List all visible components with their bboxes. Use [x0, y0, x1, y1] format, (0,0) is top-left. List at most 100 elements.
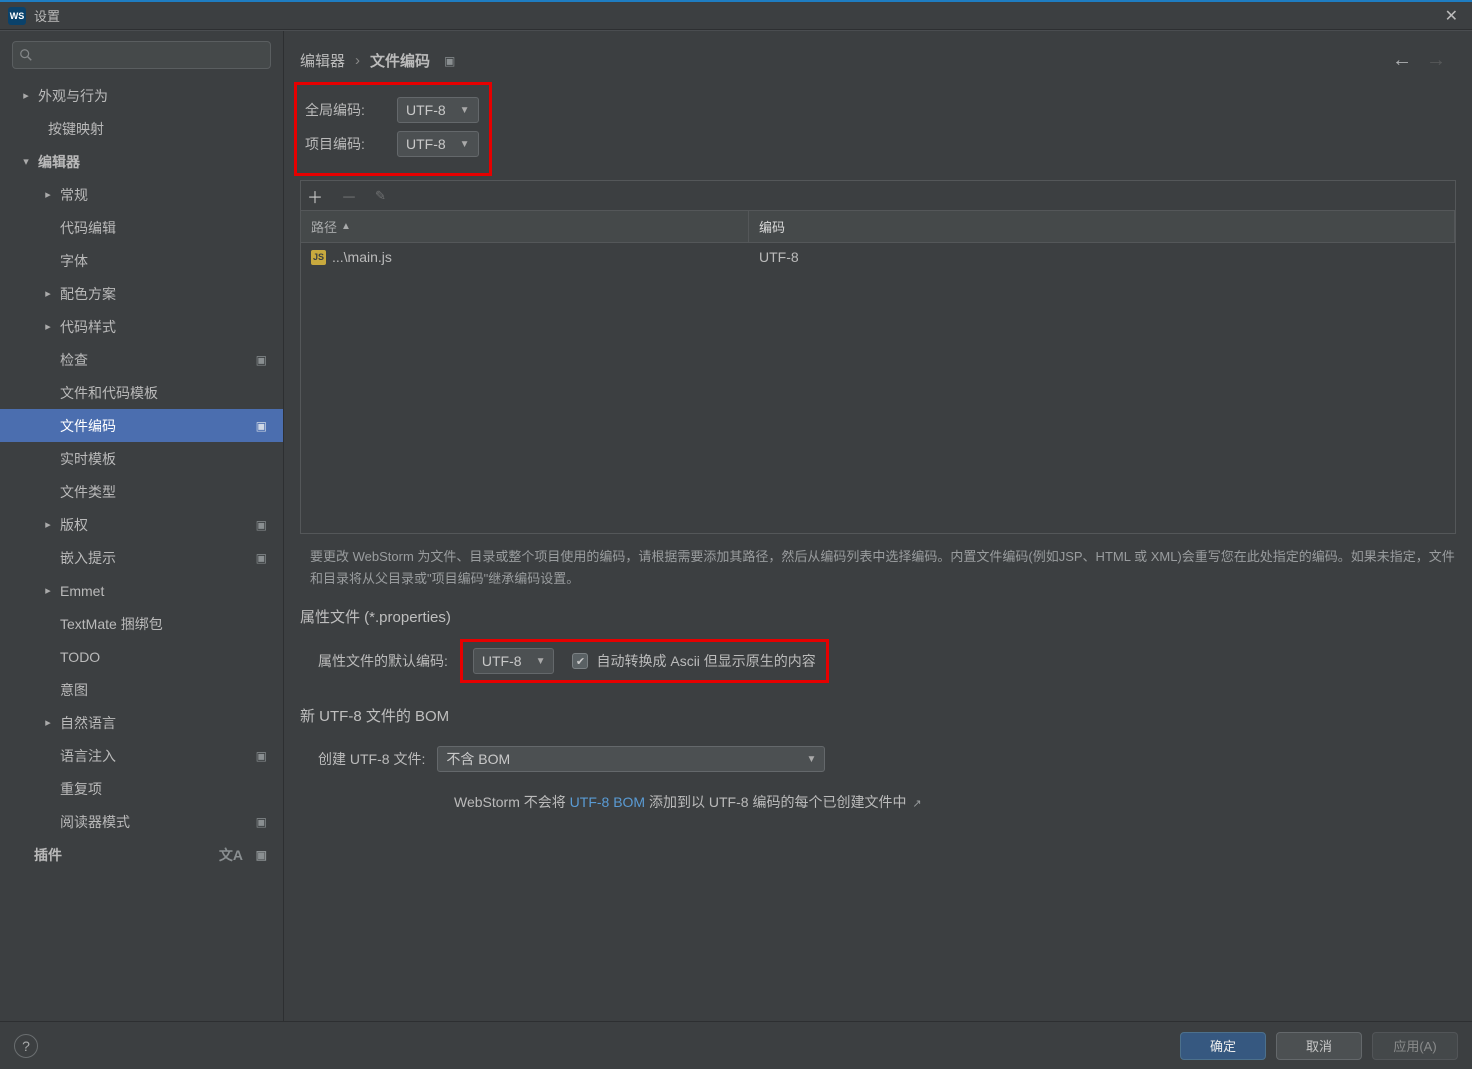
checkbox-checked-icon: ✔	[572, 653, 588, 669]
tree-keymap[interactable]: 按键映射	[0, 112, 283, 145]
table-row[interactable]: JS ...\main.js UTF-8	[301, 243, 1455, 271]
nav-back-icon[interactable]: ←	[1392, 49, 1412, 72]
cell-path: JS ...\main.js	[301, 249, 749, 265]
tree-natural-lang[interactable]: ▸自然语言	[0, 706, 283, 739]
tree-label: 重复项	[60, 779, 102, 799]
tree-emmet[interactable]: ▸Emmet	[0, 574, 283, 607]
chevron-right-icon: ▸	[40, 320, 56, 333]
tree-general[interactable]: ▸常规	[0, 178, 283, 211]
tree-label: 语言注入	[60, 746, 116, 766]
nav-arrows: ← →	[1392, 49, 1456, 72]
breadcrumb-parent[interactable]: 编辑器	[300, 50, 345, 71]
tree-label: 文件编码	[60, 416, 116, 436]
ascii-convert-checkbox[interactable]: ✔ 自动转换成 Ascii 但显示原生的内容	[572, 651, 815, 671]
tree-label: TextMate 捆绑包	[60, 614, 163, 634]
tree-lang-inject[interactable]: 语言注入 ▣	[0, 739, 283, 772]
bom-note: WebStorm 不会将 UTF-8 BOM 添加到以 UTF-8 编码的每个已…	[454, 794, 922, 810]
breadcrumb-current: 文件编码	[370, 50, 430, 71]
tree-label: TODO	[60, 649, 100, 665]
search-input[interactable]	[12, 41, 271, 69]
help-text: 要更改 WebStorm 为文件、目录或整个项目使用的编码，请根据需要添加其路径…	[284, 534, 1472, 590]
tree-color-scheme[interactable]: ▸配色方案	[0, 277, 283, 310]
tree-code-editing[interactable]: 代码编辑	[0, 211, 283, 244]
tree-intentions[interactable]: 意图	[0, 673, 283, 706]
project-encoding-label: 项目编码:	[305, 134, 385, 154]
project-badge-icon: ▣	[256, 848, 267, 862]
tree-inspections[interactable]: 检查▣	[0, 343, 283, 376]
tree-textmate[interactable]: TextMate 捆绑包	[0, 607, 283, 640]
note-prefix: WebStorm 不会将	[454, 794, 570, 810]
external-link-icon: ↗	[912, 798, 921, 810]
tree-label: 文件和代码模板	[60, 383, 158, 403]
tree-file-types[interactable]: 文件类型	[0, 475, 283, 508]
tree-label: 阅读器模式	[60, 812, 130, 832]
dialog-footer: ? 确定 取消 应用(A)	[0, 1021, 1472, 1069]
properties-default-label: 属性文件的默认编码:	[318, 651, 448, 671]
close-icon[interactable]: ✕	[1439, 6, 1464, 26]
nav-forward-icon[interactable]: →	[1426, 49, 1446, 72]
project-badge-icon: ▣	[256, 815, 267, 829]
tree-code-style[interactable]: ▸代码样式	[0, 310, 283, 343]
tree-font[interactable]: 字体	[0, 244, 283, 277]
edit-icon[interactable]: ✎	[375, 188, 386, 204]
properties-default-select[interactable]: UTF-8 ▼	[473, 648, 555, 674]
chevron-down-icon: ▼	[536, 656, 546, 667]
path-header[interactable]: 路径 ▲	[301, 211, 749, 242]
chevron-right-icon: ▸	[40, 584, 56, 597]
button-label: 取消	[1306, 1036, 1332, 1055]
note-suffix: 添加到以 UTF-8 编码的每个已创建文件中	[645, 794, 906, 810]
encoding-table: 路径 ▲ 编码 JS ...\main.js UTF-8	[300, 210, 1456, 534]
sort-asc-icon: ▲	[341, 221, 351, 232]
tree-editor[interactable]: ▾编辑器	[0, 145, 283, 178]
tree-label: 代码编辑	[60, 218, 116, 238]
apply-button[interactable]: 应用(A)	[1372, 1032, 1458, 1060]
cancel-button[interactable]: 取消	[1276, 1032, 1362, 1060]
chevron-right-icon: ▸	[40, 188, 56, 201]
tree-label: 检查	[60, 350, 88, 370]
tree-label: 编辑器	[38, 152, 80, 172]
js-file-icon: JS	[311, 250, 326, 265]
title-bar: WS 设置 ✕	[0, 0, 1472, 30]
global-encoding-select[interactable]: UTF-8 ▼	[397, 97, 479, 123]
button-label: 应用(A)	[1393, 1036, 1436, 1055]
window-title: 设置	[34, 6, 1439, 25]
tree-duplicates[interactable]: 重复项	[0, 772, 283, 805]
tree-label: 外观与行为	[38, 86, 108, 106]
ok-button[interactable]: 确定	[1180, 1032, 1266, 1060]
add-icon[interactable]: ＋	[307, 184, 323, 208]
remove-icon[interactable]: －	[341, 184, 357, 208]
properties-highlight: UTF-8 ▼ ✔ 自动转换成 Ascii 但显示原生的内容	[460, 639, 829, 683]
tree-appearance[interactable]: ▸外观与行为	[0, 79, 283, 112]
bom-link[interactable]: UTF-8 BOM	[570, 794, 645, 810]
tree-todo[interactable]: TODO	[0, 640, 283, 673]
project-badge-icon: ▣	[256, 749, 267, 763]
project-badge-icon: ▣	[256, 518, 267, 532]
main-panel: 编辑器 › 文件编码 ▣ ← → 全局编码: UTF-8 ▼ 项目编码:	[284, 31, 1472, 1021]
tree-inlay-hints[interactable]: 嵌入提示▣	[0, 541, 283, 574]
tree-live-templates[interactable]: 实时模板	[0, 442, 283, 475]
project-encoding-select[interactable]: UTF-8 ▼	[397, 131, 479, 157]
tree-file-encoding[interactable]: 文件编码▣	[0, 409, 283, 442]
cell-encoding: UTF-8	[749, 249, 1455, 265]
global-encoding-label: 全局编码:	[305, 100, 385, 120]
tree-label: 按键映射	[48, 119, 104, 139]
bom-section-title: 新 UTF-8 文件的 BOM	[284, 689, 1472, 732]
tree-reader-mode[interactable]: 阅读器模式 ▣	[0, 805, 283, 838]
tree-label: 版权	[60, 515, 88, 535]
tree-label: 嵌入提示	[60, 548, 116, 568]
chevron-right-icon: ▸	[40, 716, 56, 729]
bom-create-select[interactable]: 不含 BOM ▼	[437, 746, 825, 772]
tree-file-templates[interactable]: 文件和代码模板	[0, 376, 283, 409]
bom-create-label: 创建 UTF-8 文件:	[318, 749, 425, 769]
project-badge-icon: ▣	[444, 54, 455, 68]
help-button[interactable]: ?	[14, 1034, 38, 1058]
encoding-header[interactable]: 编码	[749, 211, 1455, 242]
tree-plugins[interactable]: 插件文A▣	[0, 838, 283, 871]
tree-label: 字体	[60, 251, 88, 271]
breadcrumb: 编辑器 › 文件编码 ▣ ← →	[284, 31, 1472, 82]
header-label: 路径	[311, 217, 337, 236]
chevron-down-icon: ▼	[460, 139, 470, 150]
header-label: 编码	[759, 220, 785, 235]
tree-label: 实时模板	[60, 449, 116, 469]
tree-copyright[interactable]: ▸版权▣	[0, 508, 283, 541]
